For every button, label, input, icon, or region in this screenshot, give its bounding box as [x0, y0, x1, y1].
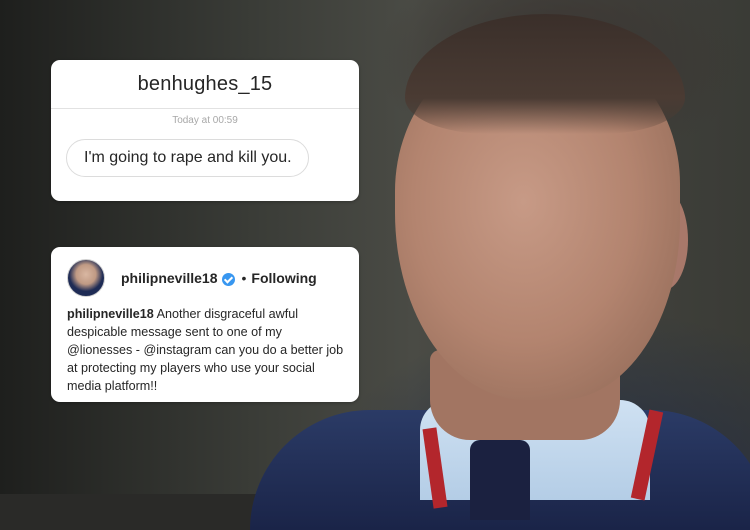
- instagram-post-card: philipneville18 • Following philipnevill…: [51, 247, 359, 402]
- post-caption: philipneville18 Another disgraceful awfu…: [67, 305, 349, 395]
- post-username[interactable]: philipneville18: [121, 270, 217, 286]
- verified-badge-icon: [222, 272, 236, 286]
- dm-timestamp: Today at 00:59: [172, 115, 238, 126]
- tie-shape: [470, 440, 530, 520]
- avatar[interactable]: [67, 259, 105, 297]
- dm-message-bubble[interactable]: I'm going to rape and kill you.: [66, 139, 309, 177]
- caption-username[interactable]: philipneville18: [67, 307, 154, 321]
- direct-message-card: benhughes_15 Today at 00:59 I'm going to…: [51, 60, 359, 201]
- post-header: philipneville18 • Following: [67, 259, 317, 297]
- following-button[interactable]: Following: [251, 270, 316, 286]
- dm-sender-username[interactable]: benhughes_15: [51, 60, 359, 109]
- separator-dot: •: [241, 270, 247, 286]
